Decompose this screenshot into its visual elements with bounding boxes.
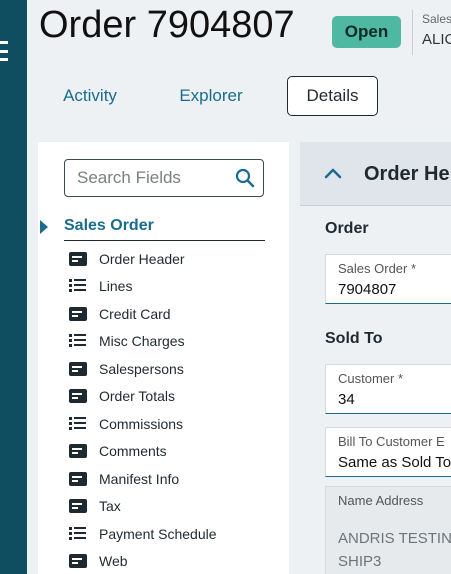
form-icon xyxy=(69,252,87,266)
address-line: SHIP3 xyxy=(338,553,382,570)
tree-item-salespersons[interactable]: Salespersons xyxy=(69,358,184,380)
form-icon xyxy=(69,472,87,486)
field-value[interactable]: 7904807 xyxy=(338,281,396,298)
search-box[interactable] xyxy=(64,159,264,197)
tree-item-label: Commissions xyxy=(99,416,184,432)
caret-right-icon[interactable] xyxy=(40,220,48,234)
detail-panel: Order He Order Sales Order * 7904807 Sol… xyxy=(300,142,451,574)
tree-item-credit-card[interactable]: Credit Card xyxy=(69,303,171,325)
tab-activity[interactable]: Activity xyxy=(54,76,126,116)
list-icon xyxy=(69,279,87,293)
tree-item-label: Order Header xyxy=(99,251,185,267)
tree-root-sales-order[interactable]: Sales Order xyxy=(64,217,154,235)
tab-details[interactable]: Details xyxy=(287,76,378,116)
tree-item-label: Comments xyxy=(99,443,167,459)
status-badge: Open xyxy=(332,16,401,48)
tree-item-misc-charges[interactable]: Misc Charges xyxy=(69,330,185,352)
customer-field[interactable]: Customer * 34 xyxy=(325,364,451,414)
form-icon xyxy=(69,307,87,321)
header-meta-label: Sales xyxy=(422,12,451,26)
field-label: Name Address xyxy=(338,493,424,508)
tree-item-label: Manifest Info xyxy=(99,471,180,487)
sales-order-field[interactable]: Sales Order * 7904807 xyxy=(325,254,451,304)
tree-divider xyxy=(64,240,265,241)
tree-item-web[interactable]: Web xyxy=(69,550,128,572)
field-value[interactable]: 34 xyxy=(338,391,355,408)
group-title-order: Order xyxy=(325,220,369,237)
form-icon xyxy=(69,554,87,568)
form-icon xyxy=(69,389,87,403)
tree-item-label: Credit Card xyxy=(99,306,171,322)
address-line: ANDRIS TESTIN xyxy=(338,530,451,547)
form-icon xyxy=(69,362,87,376)
menu-icon[interactable] xyxy=(0,41,8,61)
tree-item-label: Salespersons xyxy=(99,361,184,377)
fields-panel: Sales Order Order Header Lines Credit Ca… xyxy=(38,142,289,574)
tree-item-commissions[interactable]: Commissions xyxy=(69,413,183,435)
chevron-up-icon[interactable] xyxy=(324,166,342,180)
header-meta-value: ALIC xyxy=(422,31,451,48)
form-icon xyxy=(69,444,87,458)
section-header[interactable]: Order He xyxy=(300,142,451,206)
tree-item-manifest-info[interactable]: Manifest Info xyxy=(69,468,179,490)
form-icon xyxy=(69,499,87,513)
page-title: Order 7904807 xyxy=(39,4,295,46)
tree-item-label: Tax xyxy=(99,498,121,514)
tree-item-label: Order Totals xyxy=(99,388,175,404)
tree-item-order-header[interactable]: Order Header xyxy=(69,248,185,270)
field-label: Bill To Customer E xyxy=(338,434,445,449)
list-icon xyxy=(69,334,87,348)
tab-explorer[interactable]: Explorer xyxy=(175,76,247,116)
group-title-sold-to: Sold To xyxy=(325,330,383,347)
tree-item-label: Web xyxy=(99,553,128,569)
name-address-box: Name Address ANDRIS TESTIN SHIP3 xyxy=(325,486,451,574)
list-icon xyxy=(69,527,87,541)
header-divider xyxy=(412,10,413,55)
left-rail xyxy=(0,0,27,574)
tree-item-label: Payment Schedule xyxy=(99,526,217,542)
field-label: Sales Order * xyxy=(338,261,417,276)
field-label: Customer * xyxy=(338,371,404,386)
search-icon[interactable] xyxy=(235,168,255,188)
bill-to-customer-field[interactable]: Bill To Customer E Same as Sold To xyxy=(325,427,451,477)
tree-item-label: Misc Charges xyxy=(99,333,185,349)
tree-item-tax[interactable]: Tax xyxy=(69,495,121,517)
page-header: Order 7904807 Open Sales ALIC Activity E… xyxy=(27,0,451,130)
tree-item-lines[interactable]: Lines xyxy=(69,275,132,297)
field-value[interactable]: Same as Sold To xyxy=(338,454,451,471)
search-input[interactable] xyxy=(77,168,227,188)
name-address-value: ANDRIS TESTIN SHIP3 xyxy=(338,527,451,573)
tree-item-label: Lines xyxy=(99,278,133,294)
tree-item-order-totals[interactable]: Order Totals xyxy=(69,385,175,407)
list-icon xyxy=(69,417,87,431)
section-title: Order He xyxy=(364,163,450,185)
tree-item-payment-schedule[interactable]: Payment Schedule xyxy=(69,523,217,545)
tree-item-comments[interactable]: Comments xyxy=(69,440,167,462)
